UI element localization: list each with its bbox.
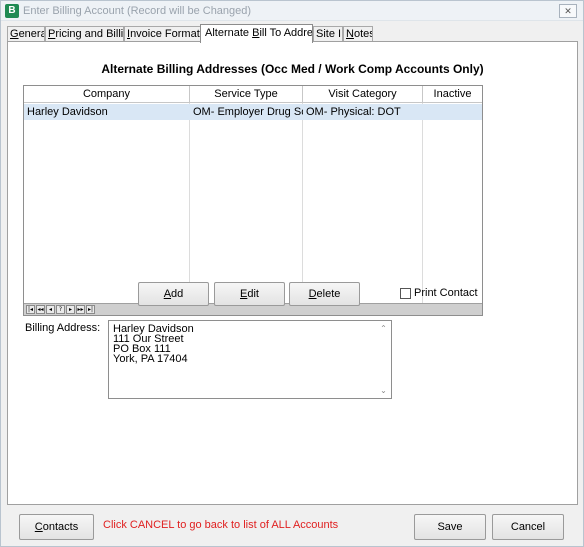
- next-page-button[interactable]: ▸▸: [76, 305, 85, 314]
- column-header-visit-category[interactable]: Visit Category: [303, 86, 423, 103]
- tab-pricing-and-billing[interactable]: Pricing and Billing: [45, 26, 124, 42]
- column-header-company[interactable]: Company: [24, 86, 190, 103]
- grid-header: Company Service Type Visit Category Inac…: [24, 86, 482, 103]
- edit-button[interactable]: Edit: [214, 282, 285, 306]
- next-record-button[interactable]: ▸: [66, 305, 75, 314]
- tab-strip: General Pricing and Billing Invoice Form…: [7, 24, 577, 43]
- title-bar: B Enter Billing Account (Record will be …: [1, 1, 583, 21]
- add-button[interactable]: Add: [138, 282, 209, 306]
- tab-panel: Alternate Billing Addresses (Occ Med / W…: [7, 41, 578, 505]
- cell-inactive: [423, 104, 482, 120]
- tab-general[interactable]: General: [7, 26, 45, 42]
- cell-company: Harley Davidson: [27, 106, 108, 118]
- tab-invoice-formatting[interactable]: Invoice Formattin: [124, 26, 204, 42]
- window-title: Enter Billing Account (Record will be Ch…: [23, 5, 252, 17]
- contacts-button[interactable]: Contacts: [19, 514, 94, 540]
- scroll-down-icon[interactable]: ⌄: [379, 386, 388, 395]
- cell-service-type: OM- Employer Drug Sc: [193, 106, 303, 118]
- close-button[interactable]: ✕: [559, 4, 577, 18]
- first-record-button[interactable]: |◂: [26, 305, 35, 314]
- section-title: Alternate Billing Addresses (Occ Med / W…: [101, 62, 484, 76]
- print-contact-label: Print Contact: [414, 287, 478, 299]
- table-row[interactable]: Harley Davidson OM- Employer Drug Sc OM-…: [24, 104, 482, 120]
- cancel-hint-message: Click CANCEL to go back to list of ALL A…: [103, 519, 339, 531]
- billing-address-label: Billing Address:: [25, 322, 101, 334]
- tab-alternate-bill-to-addresses[interactable]: Alternate Bill To Addresses: [200, 24, 313, 43]
- delete-button[interactable]: Delete: [289, 282, 360, 306]
- previous-record-button[interactable]: ◂: [46, 305, 55, 314]
- cancel-button[interactable]: Cancel: [492, 514, 564, 540]
- column-divider: [189, 103, 190, 303]
- footer-bar: Contacts Click CANCEL to go back to list…: [1, 506, 583, 546]
- scroll-up-icon[interactable]: ⌃: [379, 324, 388, 333]
- billing-account-window: B Enter Billing Account (Record will be …: [0, 0, 584, 547]
- last-record-button[interactable]: ▸|: [86, 305, 95, 314]
- print-contact-checkbox[interactable]: [400, 288, 411, 299]
- tab-notes[interactable]: Notes: [343, 26, 373, 42]
- app-icon: B: [5, 4, 19, 18]
- search-record-button[interactable]: ?: [56, 305, 65, 314]
- column-header-service-type[interactable]: Service Type: [190, 86, 303, 103]
- address-line: York, PA 17404: [113, 353, 188, 365]
- column-divider: [422, 103, 423, 303]
- cell-visit-category: OM- Physical: DOT: [306, 106, 401, 118]
- column-header-inactive[interactable]: Inactive: [423, 86, 482, 103]
- previous-page-button[interactable]: ◂◂: [36, 305, 45, 314]
- tab-site-id[interactable]: Site ID: [313, 26, 343, 42]
- billing-address-field[interactable]: Harley Davidson 111 Our Street PO Box 11…: [108, 320, 392, 399]
- save-button[interactable]: Save: [414, 514, 486, 540]
- column-divider: [302, 103, 303, 303]
